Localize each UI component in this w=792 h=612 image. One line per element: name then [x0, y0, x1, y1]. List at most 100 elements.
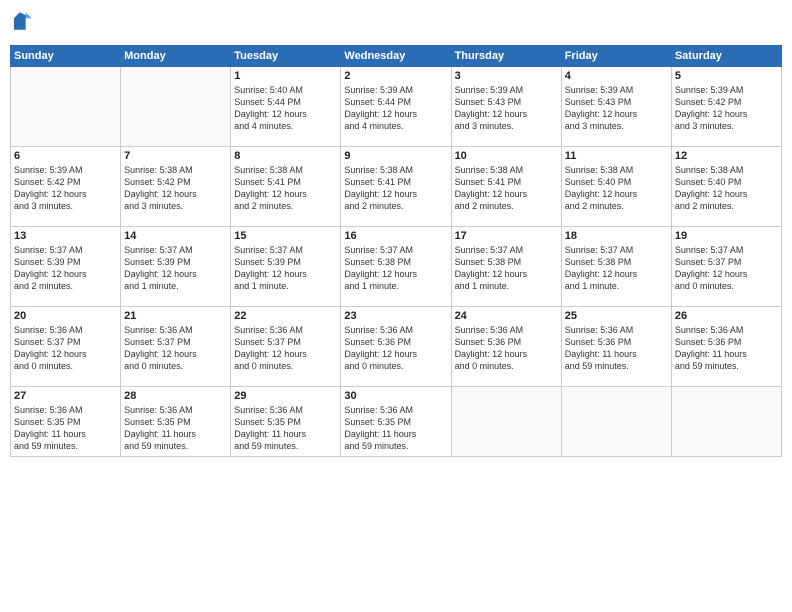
day-info: Sunrise: 5:37 AM Sunset: 5:39 PM Dayligh… [14, 244, 117, 293]
day-number: 10 [455, 150, 558, 162]
day-number: 28 [124, 390, 227, 402]
day-number: 3 [455, 70, 558, 82]
logo-icon [11, 10, 33, 32]
day-number: 14 [124, 230, 227, 242]
calendar-cell: 4 Sunrise: 5:39 AM Sunset: 5:43 PM Daylig… [561, 67, 671, 147]
day-number: 29 [234, 390, 337, 402]
day-info: Sunrise: 5:39 AM Sunset: 5:44 PM Dayligh… [344, 84, 447, 133]
day-info: Sunrise: 5:38 AM Sunset: 5:40 PM Dayligh… [565, 164, 668, 213]
calendar-cell: 11 Sunrise: 5:38 AM Sunset: 5:40 PM Dayli… [561, 147, 671, 227]
weekday-friday: Friday [561, 46, 671, 67]
day-number: 27 [14, 390, 117, 402]
day-info: Sunrise: 5:37 AM Sunset: 5:39 PM Dayligh… [234, 244, 337, 293]
day-info: Sunrise: 5:37 AM Sunset: 5:37 PM Dayligh… [675, 244, 778, 293]
day-info: Sunrise: 5:36 AM Sunset: 5:36 PM Dayligh… [344, 324, 447, 373]
weekday-header-row: SundayMondayTuesdayWednesdayThursdayFrid… [11, 46, 782, 67]
day-info: Sunrise: 5:36 AM Sunset: 5:37 PM Dayligh… [234, 324, 337, 373]
day-number: 25 [565, 310, 668, 322]
day-info: Sunrise: 5:36 AM Sunset: 5:35 PM Dayligh… [344, 404, 447, 453]
day-info: Sunrise: 5:37 AM Sunset: 5:39 PM Dayligh… [124, 244, 227, 293]
day-info: Sunrise: 5:37 AM Sunset: 5:38 PM Dayligh… [344, 244, 447, 293]
week-row-3: 13 Sunrise: 5:37 AM Sunset: 5:39 PM Dayli… [11, 227, 782, 307]
calendar-cell: 27Sunrise: 5:36 AM Sunset: 5:35 PM Dayli… [11, 387, 121, 457]
day-number: 11 [565, 150, 668, 162]
calendar-cell: 18 Sunrise: 5:37 AM Sunset: 5:38 PM Dayli… [561, 227, 671, 307]
day-info: Sunrise: 5:39 AM Sunset: 5:43 PM Dayligh… [455, 84, 558, 133]
calendar-cell [561, 387, 671, 457]
page: SundayMondayTuesdayWednesdayThursdayFrid… [0, 0, 792, 612]
day-number: 20 [14, 310, 117, 322]
day-number: 7 [124, 150, 227, 162]
day-info: Sunrise: 5:38 AM Sunset: 5:41 PM Dayligh… [234, 164, 337, 213]
day-number: 26 [675, 310, 778, 322]
calendar-cell: 26 Sunrise: 5:36 AM Sunset: 5:36 PM Dayli… [671, 307, 781, 387]
day-number: 18 [565, 230, 668, 242]
day-info: Sunrise: 5:39 AM Sunset: 5:42 PM Dayligh… [14, 164, 117, 213]
calendar-cell: 25 Sunrise: 5:36 AM Sunset: 5:36 PM Dayli… [561, 307, 671, 387]
day-info: Sunrise: 5:36 AM Sunset: 5:36 PM Dayligh… [675, 324, 778, 373]
calendar-cell: 23 Sunrise: 5:36 AM Sunset: 5:36 PM Dayli… [341, 307, 451, 387]
day-info: Sunrise: 5:36 AM Sunset: 5:35 PM Dayligh… [124, 404, 227, 453]
day-info: Sunrise: 5:36 AM Sunset: 5:37 PM Dayligh… [14, 324, 117, 373]
week-row-5: 27 Sunrise: 5:36 AM Sunset: 5:35 PM Dayli… [11, 387, 782, 457]
calendar-cell [671, 387, 781, 457]
header [10, 10, 782, 37]
day-number: 30 [344, 390, 447, 402]
week-row-4: 20 Sunrise: 5:36 AM Sunset: 5:37 PM Dayli… [11, 307, 782, 387]
weekday-monday: Monday [121, 46, 231, 67]
calendar-cell: 1 Sunrise: 5:40 AM Sunset: 5:44 PM Daylig… [231, 67, 341, 147]
calendar-cell: 5 Sunrise: 5:39 AM Sunset: 5:42 PM Daylig… [671, 67, 781, 147]
calendar-cell: 12Sunrise: 5:38 AM Sunset: 5:40 PM Dayli… [671, 147, 781, 227]
day-info: Sunrise: 5:38 AM Sunset: 5:41 PM Dayligh… [344, 164, 447, 213]
calendar: SundayMondayTuesdayWednesdayThursdayFrid… [10, 45, 782, 457]
week-row-2: 6Sunrise: 5:39 AM Sunset: 5:42 PM Daylig… [11, 147, 782, 227]
weekday-tuesday: Tuesday [231, 46, 341, 67]
calendar-cell: 15 Sunrise: 5:37 AM Sunset: 5:39 PM Dayli… [231, 227, 341, 307]
day-number: 23 [344, 310, 447, 322]
day-number: 2 [344, 70, 447, 82]
calendar-cell [11, 67, 121, 147]
day-number: 12 [675, 150, 778, 162]
calendar-cell: 6Sunrise: 5:39 AM Sunset: 5:42 PM Daylig… [11, 147, 121, 227]
day-info: Sunrise: 5:36 AM Sunset: 5:35 PM Dayligh… [234, 404, 337, 453]
calendar-cell: 3 Sunrise: 5:39 AM Sunset: 5:43 PM Daylig… [451, 67, 561, 147]
day-number: 16 [344, 230, 447, 242]
calendar-cell: 8 Sunrise: 5:38 AM Sunset: 5:41 PM Daylig… [231, 147, 341, 227]
day-number: 9 [344, 150, 447, 162]
day-info: Sunrise: 5:39 AM Sunset: 5:42 PM Dayligh… [675, 84, 778, 133]
day-info: Sunrise: 5:39 AM Sunset: 5:43 PM Dayligh… [565, 84, 668, 133]
day-info: Sunrise: 5:37 AM Sunset: 5:38 PM Dayligh… [565, 244, 668, 293]
day-number: 15 [234, 230, 337, 242]
day-info: Sunrise: 5:38 AM Sunset: 5:41 PM Dayligh… [455, 164, 558, 213]
day-info: Sunrise: 5:40 AM Sunset: 5:44 PM Dayligh… [234, 84, 337, 133]
calendar-cell: 13 Sunrise: 5:37 AM Sunset: 5:39 PM Dayli… [11, 227, 121, 307]
day-number: 24 [455, 310, 558, 322]
calendar-cell: 10 Sunrise: 5:38 AM Sunset: 5:41 PM Dayli… [451, 147, 561, 227]
calendar-cell: 2 Sunrise: 5:39 AM Sunset: 5:44 PM Daylig… [341, 67, 451, 147]
calendar-cell [451, 387, 561, 457]
calendar-cell: 29 Sunrise: 5:36 AM Sunset: 5:35 PM Dayli… [231, 387, 341, 457]
calendar-cell [121, 67, 231, 147]
weekday-wednesday: Wednesday [341, 46, 451, 67]
calendar-cell: 20 Sunrise: 5:36 AM Sunset: 5:37 PM Dayli… [11, 307, 121, 387]
calendar-cell: 7Sunrise: 5:38 AM Sunset: 5:42 PM Daylig… [121, 147, 231, 227]
calendar-cell: 28 Sunrise: 5:36 AM Sunset: 5:35 PM Dayli… [121, 387, 231, 457]
logo [10, 10, 35, 37]
day-number: 8 [234, 150, 337, 162]
day-number: 5 [675, 70, 778, 82]
calendar-cell: 30 Sunrise: 5:36 AM Sunset: 5:35 PM Dayli… [341, 387, 451, 457]
weekday-thursday: Thursday [451, 46, 561, 67]
day-info: Sunrise: 5:36 AM Sunset: 5:36 PM Dayligh… [565, 324, 668, 373]
calendar-cell: 19 Sunrise: 5:37 AM Sunset: 5:37 PM Dayli… [671, 227, 781, 307]
day-number: 19 [675, 230, 778, 242]
day-number: 1 [234, 70, 337, 82]
day-info: Sunrise: 5:37 AM Sunset: 5:38 PM Dayligh… [455, 244, 558, 293]
day-number: 21 [124, 310, 227, 322]
day-number: 17 [455, 230, 558, 242]
weekday-saturday: Saturday [671, 46, 781, 67]
weekday-sunday: Sunday [11, 46, 121, 67]
day-number: 13 [14, 230, 117, 242]
calendar-cell: 17 Sunrise: 5:37 AM Sunset: 5:38 PM Dayli… [451, 227, 561, 307]
calendar-cell: 24Sunrise: 5:36 AM Sunset: 5:36 PM Dayli… [451, 307, 561, 387]
day-number: 4 [565, 70, 668, 82]
